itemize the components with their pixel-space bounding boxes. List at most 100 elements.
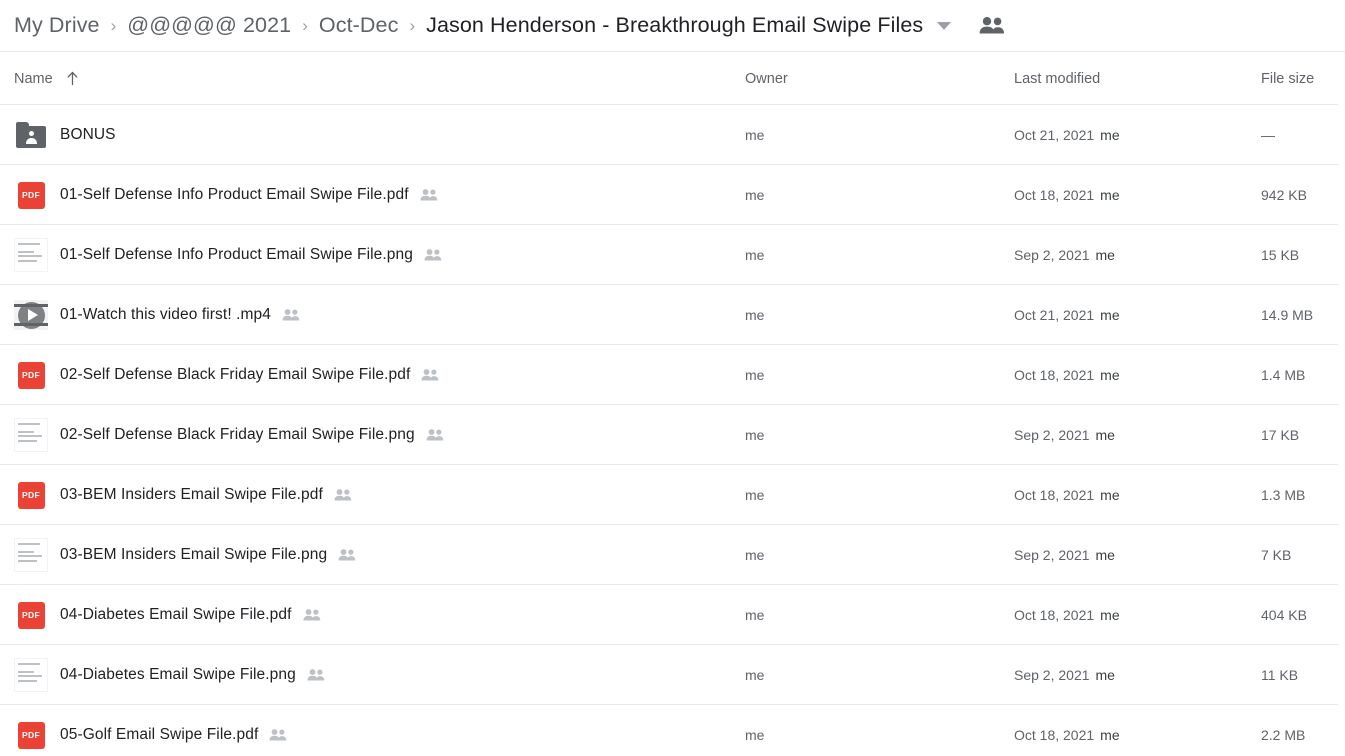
file-modified-by: me — [1095, 247, 1115, 263]
file-row[interactable]: PDF 02-Self Defense Black Friday Email Sw… — [0, 345, 1345, 405]
file-name-cell[interactable]: 01-Watch this video first! .mp4 — [14, 285, 300, 345]
file-size-cell: 15 KB — [1261, 247, 1300, 263]
pdf-file-icon: PDF — [14, 598, 48, 632]
file-modified-cell: Oct 21, 2021 me — [1014, 285, 1120, 345]
file-owner-cell: me — [745, 607, 765, 623]
file-modified-cell: Sep 2, 2021 me — [1014, 645, 1115, 705]
shared-folder-icon — [14, 118, 48, 152]
file-modified-date: Oct 21, 2021 — [1014, 127, 1095, 143]
file-row[interactable]: 02-Self Defense Black Friday Email Swipe… — [0, 405, 1345, 465]
shared-people-icon — [420, 189, 438, 201]
video-thumbnail-icon — [14, 298, 48, 332]
breadcrumb-item-1[interactable]: My Drive — [14, 13, 100, 38]
shared-people-icon — [302, 609, 321, 621]
file-size-cell: 7 KB — [1261, 547, 1292, 563]
file-owner-cell: me — [745, 127, 765, 143]
file-size-cell: 1.3 MB — [1261, 487, 1306, 503]
file-row[interactable]: 01-Watch this video first! .mp4 me Oct 21,… — [0, 285, 1345, 345]
png-thumbnail-icon — [14, 238, 48, 272]
file-row[interactable]: 03-BEM Insiders Email Swipe File.png me Se… — [0, 525, 1345, 585]
file-name-cell[interactable]: PDF 03-BEM Insiders Email Swipe File.pdf — [14, 465, 352, 525]
file-owner-cell: me — [745, 487, 765, 503]
breadcrumb-bar: My Drive › @@@@@ 2021 › Oct-Dec › Jason Hender… — [0, 0, 1345, 52]
column-header-last-modified[interactable]: Last modified — [1014, 52, 1100, 105]
pdf-file-icon: PDF — [14, 178, 48, 212]
file-modified-date: Sep 2, 2021 — [1014, 247, 1090, 263]
file-modified-cell: Oct 18, 2021 me — [1014, 705, 1120, 756]
file-row[interactable]: PDF 05-Golf Email Swipe File.pdf me Oct 18,… — [0, 705, 1345, 756]
file-modified-cell: Sep 2, 2021 me — [1014, 225, 1115, 285]
file-owner-cell: me — [745, 307, 765, 323]
pdf-file-icon: PDF — [14, 718, 48, 752]
file-modified-date: Sep 2, 2021 — [1014, 667, 1090, 683]
shared-people-icon — [426, 429, 444, 441]
file-name-label: 01-Self Defense Info Product Email Swipe… — [60, 246, 413, 263]
file-row[interactable]: PDF 03-BEM Insiders Email Swipe File.pdf m… — [0, 465, 1345, 525]
file-name-label: 04-Diabetes Email Swipe File.png — [60, 666, 296, 683]
file-name-label: 04-Diabetes Email Swipe File.pdf — [60, 606, 292, 623]
pdf-file-icon: PDF — [14, 478, 48, 512]
file-modified-date: Oct 21, 2021 — [1014, 307, 1095, 323]
breadcrumb-item-4[interactable]: Jason Henderson - Breakthrough Email Swi… — [426, 13, 923, 38]
file-modified-cell: Oct 21, 2021 me — [1014, 105, 1120, 165]
shared-people-icon — [269, 729, 287, 741]
column-header-name[interactable]: Name — [14, 52, 79, 105]
file-owner-cell: me — [745, 667, 765, 683]
file-size-cell: 11 KB — [1261, 667, 1299, 683]
file-name-label: 01-Self Defense Info Product Email Swipe… — [60, 186, 409, 203]
shared-people-icon — [424, 249, 442, 261]
file-name-cell[interactable]: PDF 02-Self Defense Black Friday Email Sw… — [14, 345, 439, 405]
file-modified-date: Oct 18, 2021 — [1014, 187, 1095, 203]
file-name-cell[interactable]: PDF 04-Diabetes Email Swipe File.pdf — [14, 585, 321, 645]
sort-ascending-glyph — [67, 71, 78, 86]
file-name-cell[interactable]: 01-Self Defense Info Product Email Swipe… — [14, 225, 442, 285]
file-modified-by: me — [1095, 547, 1115, 563]
file-name-cell[interactable]: 03-BEM Insiders Email Swipe File.png — [14, 525, 356, 585]
file-row[interactable]: PDF 01-Self Defense Info Product Email Sw… — [0, 165, 1345, 225]
file-name-cell[interactable]: PDF 05-Golf Email Swipe File.pdf — [14, 705, 287, 756]
file-name-cell[interactable]: PDF 01-Self Defense Info Product Email Sw… — [14, 165, 438, 225]
breadcrumb-separator: › — [409, 16, 416, 35]
column-header-owner[interactable]: Owner — [745, 52, 788, 105]
file-size-cell: — — [1261, 127, 1275, 143]
shared-people-icon — [421, 369, 439, 381]
file-modified-cell: Oct 18, 2021 me — [1014, 165, 1120, 225]
file-size-cell: 942 KB — [1261, 187, 1307, 203]
file-owner-cell: me — [745, 367, 765, 383]
file-modified-by: me — [1100, 307, 1120, 323]
pdf-file-icon: PDF — [14, 358, 48, 392]
file-name-cell[interactable]: 02-Self Defense Black Friday Email Swipe… — [14, 405, 444, 465]
shared-people-icon — [307, 669, 325, 681]
file-name-label: 05-Golf Email Swipe File.pdf — [60, 726, 259, 743]
file-owner-cell: me — [745, 547, 765, 563]
file-modified-by: me — [1100, 727, 1120, 743]
column-header-file-size[interactable]: File size — [1261, 52, 1314, 105]
file-row[interactable]: BONUS me Oct 21, 2021 me — — [0, 105, 1345, 165]
file-modified-by: me — [1095, 427, 1115, 443]
file-name-cell[interactable]: BONUS — [14, 105, 116, 165]
file-row[interactable]: 04-Diabetes Email Swipe File.png me Sep 2,… — [0, 645, 1345, 705]
shared-people-icon — [338, 549, 356, 561]
breadcrumb: My Drive › @@@@@ 2021 › Oct-Dec › Jason Hender… — [14, 13, 923, 38]
file-name-cell[interactable]: 04-Diabetes Email Swipe File.png — [14, 645, 325, 705]
file-modified-cell: Sep 2, 2021 me — [1014, 525, 1115, 585]
file-row[interactable]: PDF 04-Diabetes Email Swipe File.pdf me Oct… — [0, 585, 1345, 645]
sort-ascending-icon — [66, 71, 79, 86]
shared-people-icon — [334, 489, 352, 501]
png-thumbnail-icon — [14, 418, 48, 452]
file-modified-cell: Oct 18, 2021 me — [1014, 585, 1120, 645]
file-name-label: 01-Watch this video first! .mp4 — [60, 306, 271, 323]
file-row[interactable]: 01-Self Defense Info Product Email Swipe… — [0, 225, 1345, 285]
breadcrumb-item-2[interactable]: @@@@@ 2021 — [127, 13, 291, 38]
file-name-label: BONUS — [60, 126, 116, 143]
chevron-down-icon[interactable] — [937, 21, 952, 30]
file-owner-cell: me — [745, 727, 765, 743]
column-header-row: Name Owner Last modified File size — [0, 52, 1345, 105]
file-modified-by: me — [1100, 487, 1120, 503]
breadcrumb-item-3[interactable]: Oct-Dec — [319, 13, 399, 38]
people-icon[interactable] — [979, 17, 1005, 34]
file-size-cell: 14.9 MB — [1261, 307, 1314, 323]
file-modified-date: Oct 18, 2021 — [1014, 367, 1095, 383]
file-size-cell: 2.2 MB — [1261, 727, 1306, 743]
file-modified-date: Oct 18, 2021 — [1014, 487, 1095, 503]
